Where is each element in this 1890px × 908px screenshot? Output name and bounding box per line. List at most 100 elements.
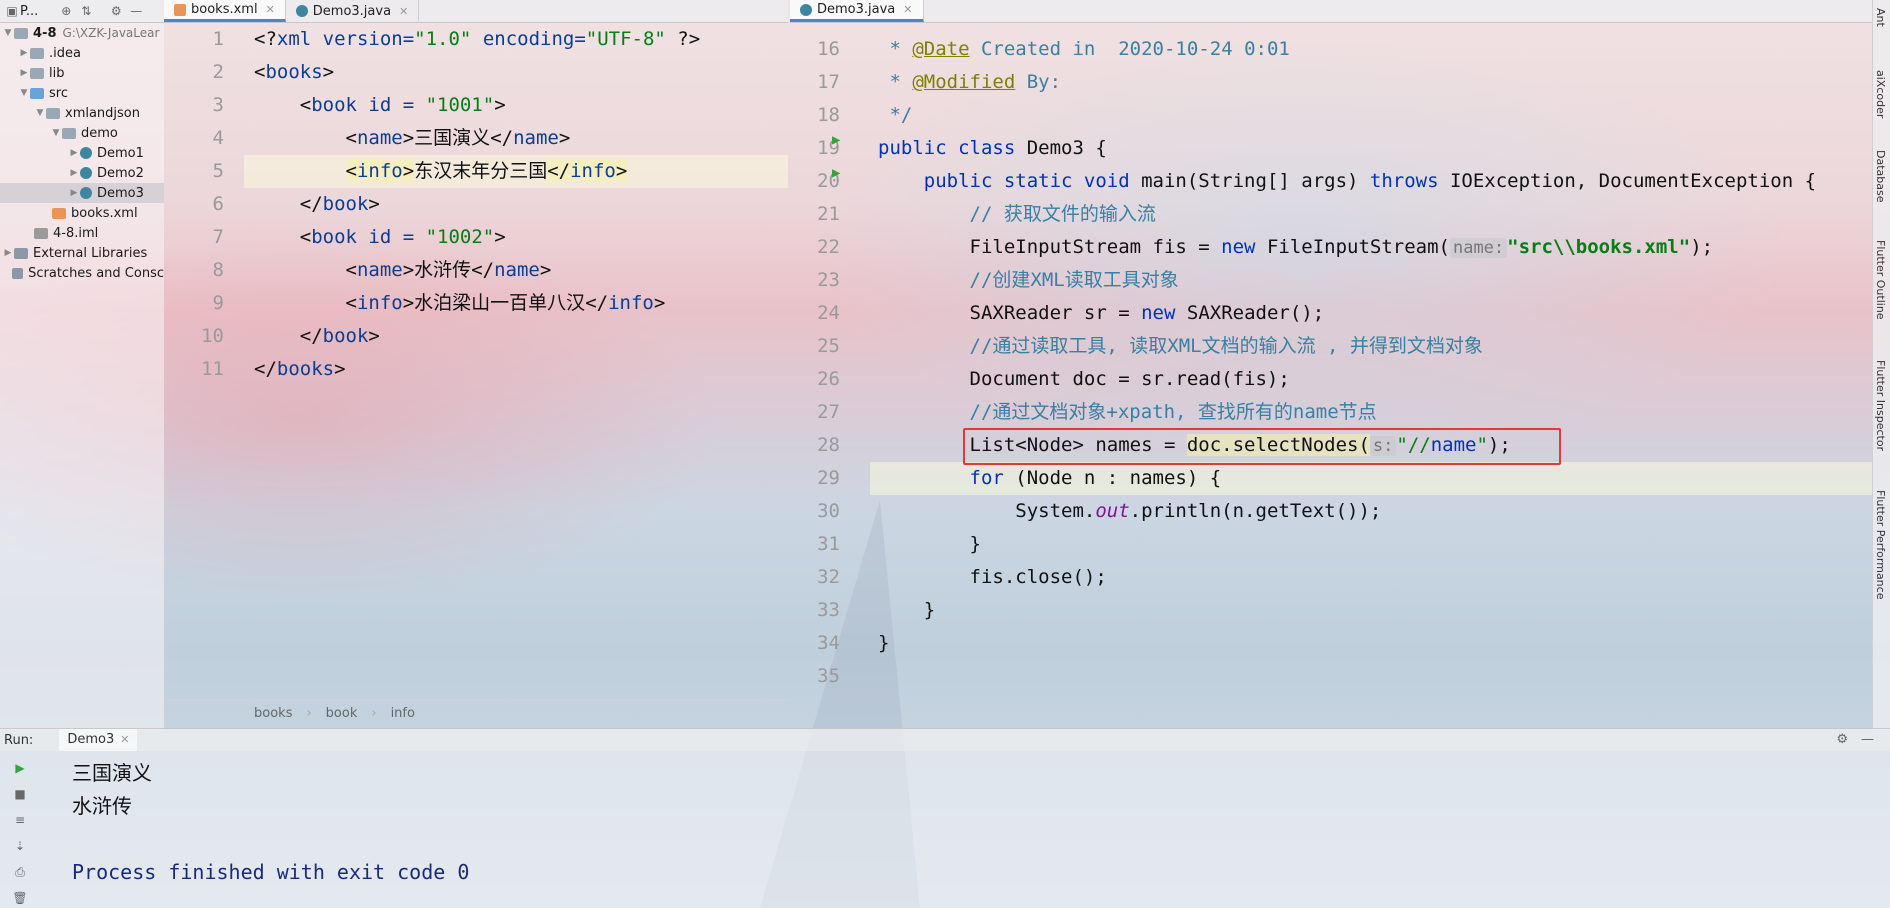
gear-icon[interactable]: ⚙ [1836,732,1848,747]
sidebar-tab-flutter-outline[interactable]: Flutter Outline [1874,240,1887,320]
tree-item-iml[interactable]: 4-8.iml [0,223,164,243]
tree-item-books-xml[interactable]: books.xml [0,203,164,223]
java-class-icon [800,3,812,16]
folder-icon [30,47,44,59]
tree-item-project-root[interactable]: ▼ 4-8 G:\XZK-JavaLear [0,23,164,43]
java-class-icon [80,187,92,199]
project-panel-header: ▣ P... ⊕ ⇅ ⚙ — [0,0,164,23]
tree-item-label: demo [81,125,118,141]
sidebar-tab-ant[interactable]: Ant [1874,8,1887,27]
tree-item-label: 4-8.iml [53,225,99,241]
stop-icon[interactable]: ■ [11,787,29,803]
java-class-icon [80,167,92,179]
minimize-icon[interactable]: — [1861,732,1874,747]
xml-editor[interactable]: 1 2 3 4 5 6 7 8 9 10 11 <?xml version="1… [164,23,788,700]
tree-item-lib[interactable]: ▶ lib [0,63,164,83]
console-line: Process finished with exit code 0 [72,860,470,884]
console-line: 三国演义 [72,761,152,785]
code-line: <name>三国演义</name> [254,127,571,149]
tree-item-demo[interactable]: ▼ demo [0,123,164,143]
soft-wrap-icon[interactable]: ≡ [11,813,29,829]
tree-item-src[interactable]: ▼ src [0,83,164,103]
code-line: <info>东汉末年分三国</info> [345,160,628,182]
chevron-right-icon[interactable]: ▶ [68,168,80,178]
code-line: // 获取文件的输入流 [878,203,1156,225]
trash-icon[interactable]: 🗑 [11,891,29,907]
project-panel-title[interactable]: P... [20,4,38,19]
left-editor-tabbar: books.xml ✕ Demo3.java ✕ [164,0,788,23]
print-icon[interactable]: ⎙ [11,865,29,881]
chevron-down-icon[interactable]: ▼ [34,108,46,118]
collapse-all-icon[interactable]: ⇅ [78,4,94,18]
tree-item-demo3[interactable]: ▶ Demo3 [0,183,164,203]
ide-window: ▣ P... ⊕ ⇅ ⚙ — ▼ 4-8 G:\XZK-JavaLear ▶ .i… [0,0,1890,908]
code-line: <?xml version="1.0" encoding="UTF-8" ?> [254,28,701,50]
breadcrumb: books › book › info [164,700,788,725]
code-line: <info>水泊梁山一百单八汉</info> [254,292,666,314]
chevron-down-icon[interactable]: ▼ [2,28,14,38]
close-icon[interactable]: ✕ [399,5,408,18]
tab-demo3-java-right[interactable]: Demo3.java ✕ [790,0,924,22]
rerun-icon[interactable]: ▶ [11,761,29,777]
chevron-down-icon[interactable]: ▼ [50,128,62,138]
tree-item-demo1[interactable]: ▶ Demo1 [0,143,164,163]
breadcrumb-item[interactable]: info [391,706,415,721]
run-gutter-icon[interactable]: ▶ [832,165,840,181]
highlight-annotation-box [963,428,1561,465]
tree-item-demo2[interactable]: ▶ Demo2 [0,163,164,183]
code-line: </book> [254,193,380,215]
tree-item-idea[interactable]: ▶ .idea [0,43,164,63]
tab-books-xml[interactable]: books.xml ✕ [164,0,286,22]
java-code: * @Date Created in 2020-10-24 0:01 * @Mo… [878,33,1816,693]
close-icon[interactable]: ✕ [120,733,129,746]
java-class-icon [80,147,92,159]
code-line: Document doc = sr.read(fis); [878,368,1290,390]
right-editor-tabbar: Demo3.java ✕ [790,0,1872,23]
chevron-down-icon[interactable]: ▼ [18,88,30,98]
iml-file-icon [34,227,48,239]
close-icon[interactable]: ✕ [903,3,912,16]
gear-icon[interactable]: ⚙ [108,4,124,18]
chevron-right-icon[interactable]: ▶ [68,188,80,198]
code-line: } [878,533,981,555]
chevron-right-icon[interactable]: ▶ [18,48,30,58]
code-line: <name>水浒传</name> [254,259,552,281]
breadcrumb-item[interactable]: books [254,706,292,721]
code-line: * @Modified By: [878,71,1062,93]
minimize-icon[interactable]: — [128,4,144,18]
sidebar-tab-aixcoder[interactable]: aiXcoder [1874,70,1887,118]
code-line: } [878,632,890,654]
tree-item-external-libraries[interactable]: ▶ External Libraries [0,243,164,263]
tree-item-label: External Libraries [33,245,148,261]
breadcrumb-item[interactable]: book [326,706,358,721]
code-line: * @Date Created in 2020-10-24 0:01 [878,38,1290,60]
code-line: //通过文档对象+xpath, 查找所有的name节点 [878,401,1377,423]
chevron-right-icon[interactable]: ▶ [18,68,30,78]
run-gutter-icon[interactable]: ▶ [832,132,840,148]
chevron-right-icon[interactable]: ▶ [2,248,14,258]
code-line: </books> [254,358,346,380]
sidebar-tab-flutter-performance[interactable]: Flutter Performance [1874,490,1887,599]
source-folder-icon [30,87,44,99]
tab-demo3-java[interactable]: Demo3.java ✕ [286,0,420,22]
close-icon[interactable]: ✕ [266,3,275,16]
locate-icon[interactable]: ⊕ [58,4,74,18]
java-editor[interactable]: 16 17 18 19 20 21 22 23 24 25 26 27 28 2… [790,33,1872,738]
xml-code: <?xml version="1.0" encoding="UTF-8" ?> … [254,23,700,386]
tree-item-label: xmlandjson [65,105,141,121]
scroll-to-end-icon[interactable]: ⇣ [11,839,29,855]
console-output[interactable]: 三国演义 水浒传 Process finished with exit code… [72,757,469,889]
sidebar-tab-flutter-inspector[interactable]: Flutter Inspector [1874,360,1887,451]
xml-file-icon [52,207,66,219]
tree-item-scratches[interactable]: Scratches and Consc [0,263,164,283]
package-icon [46,107,60,119]
sidebar-tab-database[interactable]: Database [1874,150,1887,203]
library-icon [14,247,28,259]
run-tab-demo3[interactable]: Demo3 ✕ [59,729,138,751]
folder-icon [30,67,44,79]
java-class-icon [295,5,308,17]
chevron-right-icon[interactable]: ▶ [68,148,80,158]
tree-item-xmlandjson[interactable]: ▼ xmlandjson [0,103,164,123]
tree-item-label: Demo2 [97,165,144,181]
project-icon[interactable]: ▣ [4,4,20,18]
